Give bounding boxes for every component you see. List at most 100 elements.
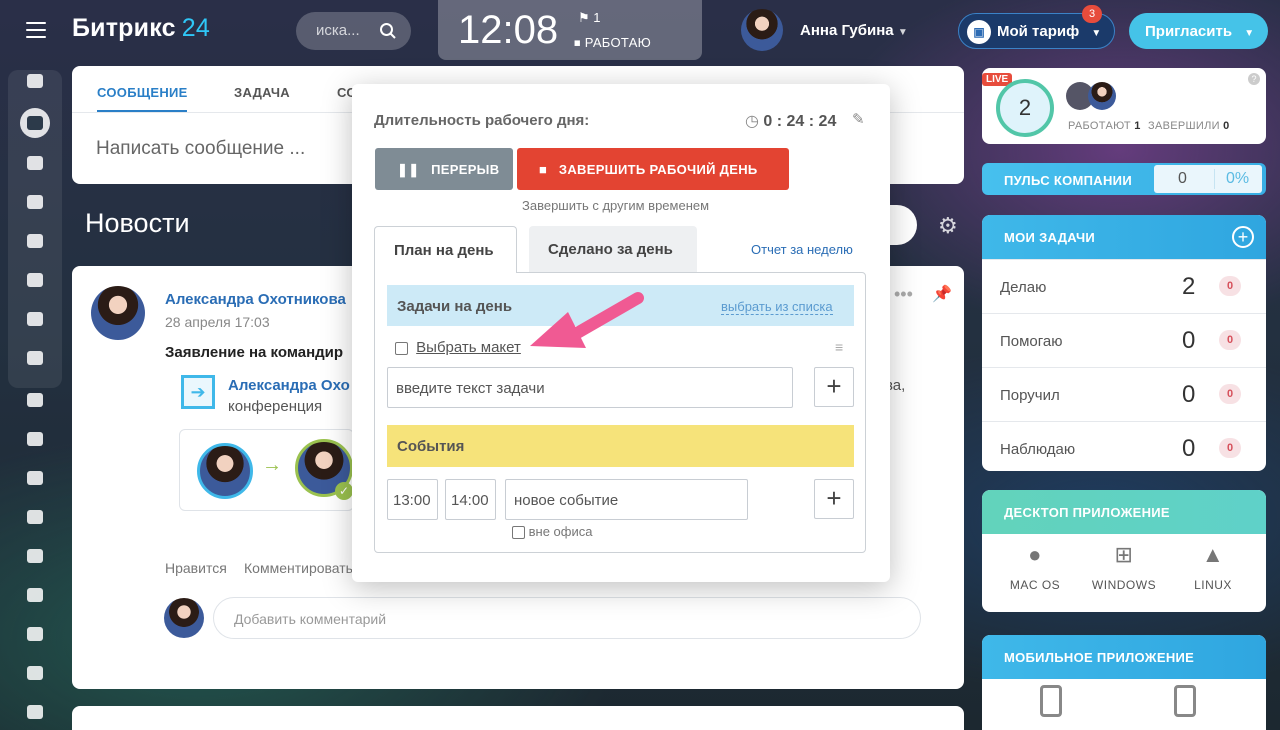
live-card: LIVE 2 РАБОТАЮТ 1 ЗАВЕРШИЛИ 0 ? bbox=[982, 68, 1266, 144]
working-label: РАБОТАЮТ 1 bbox=[1068, 120, 1141, 132]
apple-icon: ● bbox=[1028, 542, 1042, 567]
out-of-office-option[interactable]: вне офиса bbox=[512, 524, 592, 540]
choose-from-list-link[interactable]: выбрать из списка bbox=[721, 299, 833, 315]
work-status: ⏹ РАБОТАЮ bbox=[574, 35, 652, 50]
arrow-right-icon: → bbox=[262, 454, 282, 476]
pause-button[interactable]: ❚❚ ПЕРЕРЫВ bbox=[375, 148, 513, 190]
add-event-button[interactable]: + bbox=[814, 479, 854, 519]
ellipsis-icon[interactable]: ••• bbox=[894, 284, 913, 305]
status-stop-icon: ⏹ bbox=[574, 35, 585, 50]
logo[interactable]: Битрикс 24 bbox=[72, 14, 210, 43]
pulse-bar[interactable]: ПУЛЬС КОМПАНИИ 0 0% bbox=[982, 163, 1266, 195]
like-link[interactable]: Нравится bbox=[165, 560, 227, 576]
sidebar-item-tasks-icon[interactable] bbox=[20, 385, 50, 415]
sidebar-item-apps-icon[interactable] bbox=[20, 697, 50, 727]
tab-message[interactable]: СООБЩЕНИЕ bbox=[97, 85, 188, 100]
search-input[interactable]: иска... bbox=[296, 12, 411, 50]
task-row-watching[interactable]: Наблюдаю 0 0 bbox=[982, 421, 1266, 475]
workflow-box: → ✓ bbox=[179, 429, 354, 511]
add-task-button[interactable]: + bbox=[814, 367, 854, 407]
help-icon[interactable]: ? bbox=[1248, 73, 1260, 85]
working-ring: 2 bbox=[996, 79, 1054, 137]
sidebar-item-chat-icon[interactable] bbox=[20, 148, 50, 178]
workday-clock[interactable]: 12:08 ⚑ 1 ⏹ РАБОТАЮ bbox=[438, 0, 702, 60]
sidebar-item-contacts-icon[interactable] bbox=[20, 619, 50, 649]
tab-task[interactable]: ЗАДАЧА bbox=[234, 85, 290, 100]
sidebar-item-sign-icon[interactable] bbox=[20, 580, 50, 610]
sidebar-item-mail-icon[interactable] bbox=[20, 304, 50, 334]
chevron-down-icon: ▼ bbox=[1091, 28, 1102, 39]
sidebar-item-company-icon[interactable] bbox=[20, 463, 50, 493]
tab-plan-day[interactable]: План на день bbox=[374, 226, 517, 273]
event-time-from[interactable]: 13:00 bbox=[387, 479, 438, 520]
search-icon[interactable] bbox=[379, 22, 397, 40]
windows-link[interactable]: ⊞ WINDOWS bbox=[1079, 542, 1169, 592]
notification-badge: 3 bbox=[1082, 5, 1102, 23]
post-author[interactable]: Александра Охотникова bbox=[165, 291, 346, 308]
event-time-to[interactable]: 14:00 bbox=[445, 479, 496, 520]
sidebar-item-docs-icon[interactable] bbox=[20, 226, 50, 256]
sidebar-item-news-icon[interactable] bbox=[20, 108, 50, 138]
stop-icon: ■ bbox=[539, 162, 548, 177]
sidebar-item-cart-icon[interactable] bbox=[20, 541, 50, 571]
linux-link[interactable]: ▲ LINUX bbox=[1168, 542, 1258, 592]
add-task-icon[interactable]: + bbox=[1232, 226, 1254, 248]
tab-done-day[interactable]: Сделано за день bbox=[529, 226, 697, 272]
linux-icon: ▲ bbox=[1201, 542, 1225, 567]
task-checkbox[interactable] bbox=[395, 341, 408, 355]
feed-title: Новости bbox=[85, 208, 190, 238]
mobile-app-card: МОБИЛЬНОЕ ПРИЛОЖЕНИЕ bbox=[982, 635, 1266, 730]
link-author[interactable]: Александра Охо bbox=[228, 377, 350, 394]
post-card-next bbox=[72, 706, 964, 730]
invite-button[interactable]: Пригласить ▼ bbox=[1129, 13, 1268, 49]
sidebar-item-groups-icon[interactable] bbox=[20, 343, 50, 373]
message-input[interactable]: Написать сообщение ... bbox=[96, 138, 305, 160]
finish-other-time-link[interactable]: Завершить с другим временем bbox=[522, 198, 709, 213]
finish-day-button[interactable]: ■ ЗАВЕРШИТЬ РАБОЧИЙ ДЕНЬ bbox=[517, 148, 789, 190]
pin-icon[interactable]: 📌 bbox=[932, 284, 952, 304]
link-arrow-icon: ➔ bbox=[181, 375, 215, 409]
flag-counter: ⚑ 1 bbox=[578, 10, 601, 25]
out-of-office-checkbox[interactable] bbox=[512, 526, 525, 540]
task-row-helping[interactable]: Помогаю 0 0 bbox=[982, 313, 1266, 367]
menu-icon[interactable] bbox=[26, 22, 46, 38]
search-placeholder: иска... bbox=[316, 22, 360, 39]
task-item[interactable]: Выбрать макет bbox=[395, 339, 521, 356]
appstore-phone-icon[interactable] bbox=[1040, 685, 1062, 717]
checkmark-icon: ✓ bbox=[335, 482, 353, 500]
commenter-avatar bbox=[164, 598, 204, 638]
user-menu[interactable]: Анна Губина ▼ bbox=[800, 22, 908, 39]
user-avatar[interactable] bbox=[741, 9, 783, 51]
sidebar-item-stream-icon[interactable] bbox=[20, 66, 50, 96]
finished-label: ЗАВЕРШИЛИ 0 bbox=[1148, 120, 1230, 132]
author-avatar[interactable] bbox=[91, 286, 145, 340]
duration-value: ◷ 0 : 24 : 24 bbox=[745, 113, 837, 130]
gear-icon[interactable]: ⚙ bbox=[938, 213, 958, 239]
macos-link[interactable]: ● MAC OS bbox=[990, 542, 1080, 592]
comment-input[interactable]: Добавить комментарий bbox=[213, 597, 921, 639]
drag-handle-icon[interactable]: ≡ bbox=[835, 339, 843, 355]
working-avatar-2 bbox=[1088, 82, 1116, 110]
my-tasks-header: МОИ ЗАДАЧИ bbox=[982, 215, 1266, 259]
event-name-input[interactable]: новое событие bbox=[505, 479, 748, 520]
sidebar-item-drive-icon[interactable] bbox=[20, 265, 50, 295]
comment-link[interactable]: Комментировать bbox=[244, 560, 353, 576]
sidebar-item-calendar-icon[interactable] bbox=[20, 187, 50, 217]
left-sidebar bbox=[0, 60, 70, 730]
task-row-doing[interactable]: Делаю 2 0 bbox=[982, 259, 1266, 313]
events-header: События bbox=[387, 425, 854, 467]
logo-text: Битрикс bbox=[72, 14, 176, 42]
weekly-report-link[interactable]: Отчет за неделю bbox=[751, 242, 853, 257]
logo-number: 24 bbox=[181, 14, 210, 42]
task-text-input[interactable]: введите текст задачи bbox=[387, 367, 793, 408]
pulse-value-box: 0 0% bbox=[1154, 165, 1262, 193]
sidebar-item-target-icon[interactable] bbox=[20, 502, 50, 532]
pencil-icon[interactable]: ✎ bbox=[852, 110, 865, 128]
sidebar-item-android-icon[interactable] bbox=[20, 658, 50, 688]
clock-time: 12:08 bbox=[458, 8, 559, 52]
desktop-app-header: ДЕСКТОП ПРИЛОЖЕНИЕ bbox=[982, 490, 1266, 534]
task-row-assigned[interactable]: Поручил 0 0 bbox=[982, 367, 1266, 421]
chevron-down-icon: ▼ bbox=[897, 27, 908, 38]
googleplay-phone-icon[interactable] bbox=[1174, 685, 1196, 717]
sidebar-item-filter-icon[interactable] bbox=[20, 424, 50, 454]
